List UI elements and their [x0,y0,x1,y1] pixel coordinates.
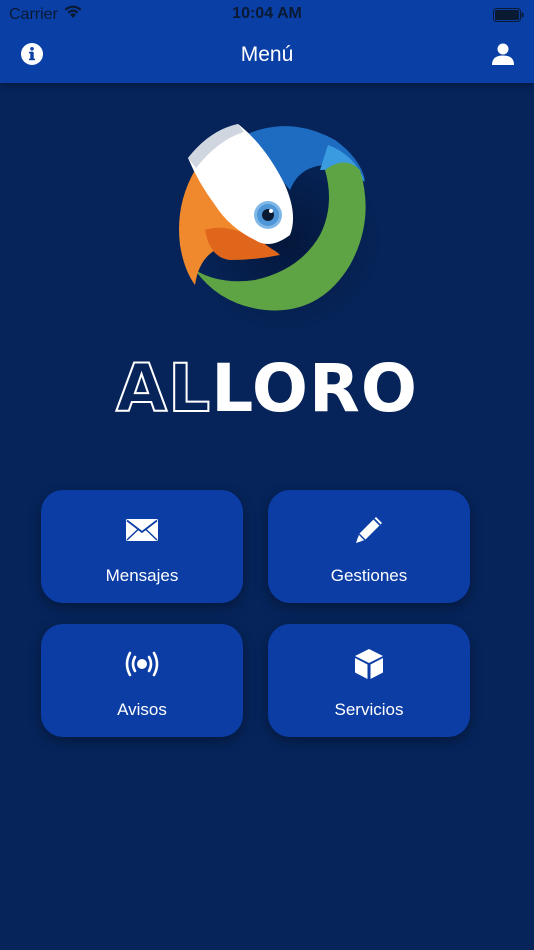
nav-bar: Menú [0,28,534,83]
gestiones-label: Gestiones [330,566,408,585]
page-title: Menú [240,43,294,66]
servicios-button[interactable]: Servicios [268,624,470,737]
mensajes-label: Mensajes [105,566,179,585]
brand-wordmark: ALLORO [0,349,534,428]
pencil-icon [356,517,382,543]
top-bar: Carrier 10:04 AM Menú [0,0,534,83]
box-icon [355,649,383,679]
gestiones-button[interactable]: Gestiones [268,490,470,603]
avisos-button[interactable]: Avisos [41,624,243,737]
status-time: 10:04 AM [232,5,302,22]
mensajes-button[interactable]: Mensajes [41,490,243,603]
avisos-label: Avisos [117,700,167,719]
brand-outline-text: AL [115,349,212,428]
user-icon[interactable] [492,42,514,66]
alloro-logo-icon [179,124,385,335]
status-bar: Carrier 10:04 AM [0,0,534,28]
servicios-label: Servicios [334,700,404,719]
broadcast-icon [125,651,159,677]
brand-solid-text: LORO [211,350,418,427]
envelope-icon [126,519,158,541]
battery-icon [493,8,524,22]
